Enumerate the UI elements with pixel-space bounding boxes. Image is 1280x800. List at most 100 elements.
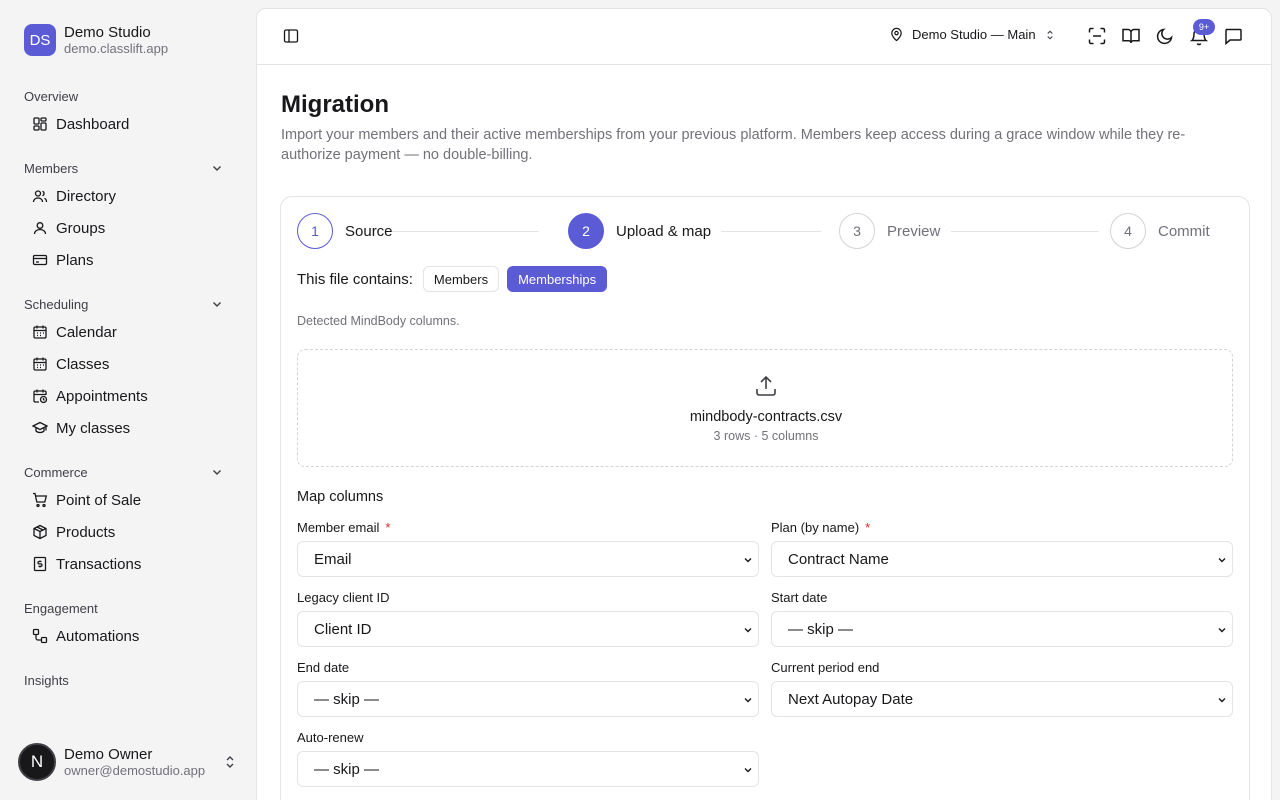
required-marker: *	[385, 520, 391, 535]
chevron-down-icon	[213, 166, 221, 171]
user-name: Demo Owner	[64, 746, 153, 763]
current-period-end-select[interactable]: Next Autopay Date	[771, 681, 1233, 717]
workspace-logo: DS	[24, 24, 56, 56]
sidebar-item-label: Dashboard	[56, 115, 130, 133]
step-commit[interactable]: 4 Commit	[1110, 213, 1210, 249]
migration-card: 1 Source 2 Upload & map 3 Preview 4 Comm…	[280, 196, 1250, 800]
chevron-down-icon	[744, 558, 752, 563]
chevron-down-icon	[1218, 698, 1226, 703]
calendar-icon	[33, 325, 47, 339]
sidebar-item-label: Plans	[56, 251, 94, 269]
legacy-client-id-select[interactable]: Client ID	[297, 611, 759, 647]
user-menu[interactable]: N Demo Owner owner@demostudio.app	[18, 742, 238, 782]
avatar: N	[18, 743, 56, 781]
members-toggle[interactable]: Members	[422, 266, 500, 292]
memberships-toggle[interactable]: Memberships	[507, 266, 608, 292]
scan-icon[interactable]	[1087, 26, 1107, 46]
notification-badge: 9+	[1193, 19, 1215, 35]
receipt-icon	[33, 556, 47, 572]
sidebar-item-label: Classes	[56, 355, 110, 373]
sidebar-item-classes[interactable]: Classes	[24, 348, 232, 380]
auto-renew-select[interactable]: — skip —	[297, 751, 759, 787]
sidebar-item-label: Appointments	[56, 387, 148, 405]
step-upload-map[interactable]: 2 Upload & map	[568, 213, 711, 249]
sidebar-item-my-classes[interactable]: My classes	[24, 412, 232, 444]
field-label: End date	[297, 660, 350, 675]
step-label: Preview	[887, 222, 941, 240]
graduation-cap-icon	[32, 421, 48, 434]
field-current-period-end: Current period end Next Autopay Date	[771, 659, 1233, 717]
sidebar-item-label: Point of Sale	[56, 491, 142, 509]
sidebar-item-groups[interactable]: Groups	[24, 212, 232, 244]
stepper-connector	[389, 231, 539, 232]
nav-group-toggle[interactable]: Commerce	[24, 460, 232, 484]
nav-group-toggle[interactable]: Members	[24, 156, 232, 180]
sidebar-item-dashboard[interactable]: Dashboard	[24, 108, 232, 140]
workspace-switcher[interactable]: DS Demo Studio demo.classlift.app	[24, 24, 168, 56]
map-columns-title: Map columns	[297, 489, 384, 505]
sidebar-item-transactions[interactable]: Transactions	[24, 548, 232, 580]
map-pin-icon	[891, 27, 902, 42]
plan-by-name-select[interactable]: Contract Name	[771, 541, 1233, 577]
main-panel: Demo Studio — Main 9+ Migration Import y…	[256, 8, 1272, 800]
users-icon	[32, 190, 48, 203]
file-contains-label: This file contains:	[297, 270, 413, 288]
sidebar-item-label: Groups	[56, 219, 106, 237]
field-start-date: Start date — skip —	[771, 589, 1233, 647]
step-label: Upload & map	[616, 222, 712, 240]
workflow-icon	[32, 628, 48, 644]
package-icon	[33, 524, 47, 540]
sidebar-item-label: My classes	[56, 419, 131, 437]
start-date-select[interactable]: — skip —	[771, 611, 1233, 647]
moon-icon[interactable]	[1155, 26, 1175, 46]
file-name: mindbody-contracts.csv	[689, 409, 843, 425]
sidebar-item-automations[interactable]: Automations	[24, 620, 232, 652]
chevron-down-icon	[744, 628, 752, 633]
required-marker: *	[865, 520, 871, 535]
card-icon	[32, 254, 48, 266]
sidebar-item-point-of-sale[interactable]: Point of Sale	[24, 484, 232, 516]
sidebar-item-label: Products	[56, 523, 116, 541]
sidebar-item-appointments[interactable]: Appointments	[24, 380, 232, 412]
workspace-domain: demo.classlift.app	[64, 41, 169, 56]
field-member-email: Member email * Email	[297, 519, 759, 577]
workspace-name: Demo Studio	[64, 24, 151, 41]
sidebar-toggle-icon[interactable]	[283, 28, 299, 44]
field-label: Start date	[771, 590, 828, 605]
cart-icon	[33, 492, 48, 508]
step-number: 3	[839, 213, 875, 249]
chevron-down-icon	[1218, 628, 1226, 633]
book-open-icon[interactable]	[1121, 26, 1141, 46]
chevrons-up-down-icon	[1046, 29, 1053, 40]
end-date-select[interactable]: — skip —	[297, 681, 759, 717]
step-label: Source	[345, 222, 393, 240]
page-title: Migration	[281, 91, 389, 118]
field-label: Member email *	[297, 520, 391, 535]
nav-group-commerce: Commerce Point of Sale Products Transact…	[24, 460, 232, 580]
chevron-down-icon	[213, 302, 221, 307]
sidebar-item-label: Calendar	[56, 323, 117, 341]
message-icon[interactable]	[1223, 26, 1243, 46]
field-label: Auto-renew	[297, 730, 364, 745]
stepper-connector	[951, 231, 1099, 232]
field-auto-renew: Auto-renew — skip —	[297, 729, 759, 787]
location-switcher[interactable]: Demo Studio — Main	[889, 27, 1056, 42]
field-legacy-client-id: Legacy client ID Client ID	[297, 589, 759, 647]
nav-group-scheduling: Scheduling Calendar Classes Appointments…	[24, 292, 232, 444]
step-label: Commit	[1158, 222, 1210, 240]
sidebar-item-products[interactable]: Products	[24, 516, 232, 548]
sidebar-item-plans[interactable]: Plans	[24, 244, 232, 276]
sidebar-item-label: Directory	[56, 187, 117, 205]
chevrons-up-down-icon	[226, 756, 234, 768]
field-end-date: End date — skip —	[297, 659, 759, 717]
location-name: Demo Studio — Main	[912, 27, 1036, 42]
nav-group-toggle[interactable]: Scheduling	[24, 292, 232, 316]
file-dropzone[interactable]: mindbody-contracts.csv 3 rows · 5 column…	[297, 349, 1233, 467]
sidebar-item-calendar[interactable]: Calendar	[24, 316, 232, 348]
step-source[interactable]: 1 Source	[297, 213, 393, 249]
member-email-select[interactable]: Email	[297, 541, 759, 577]
nav-group-overview: Overview Dashboard	[24, 84, 232, 140]
nav-group-engagement: Engagement Automations	[24, 596, 232, 652]
step-preview[interactable]: 3 Preview	[839, 213, 940, 249]
sidebar-item-directory[interactable]: Directory	[24, 180, 232, 212]
